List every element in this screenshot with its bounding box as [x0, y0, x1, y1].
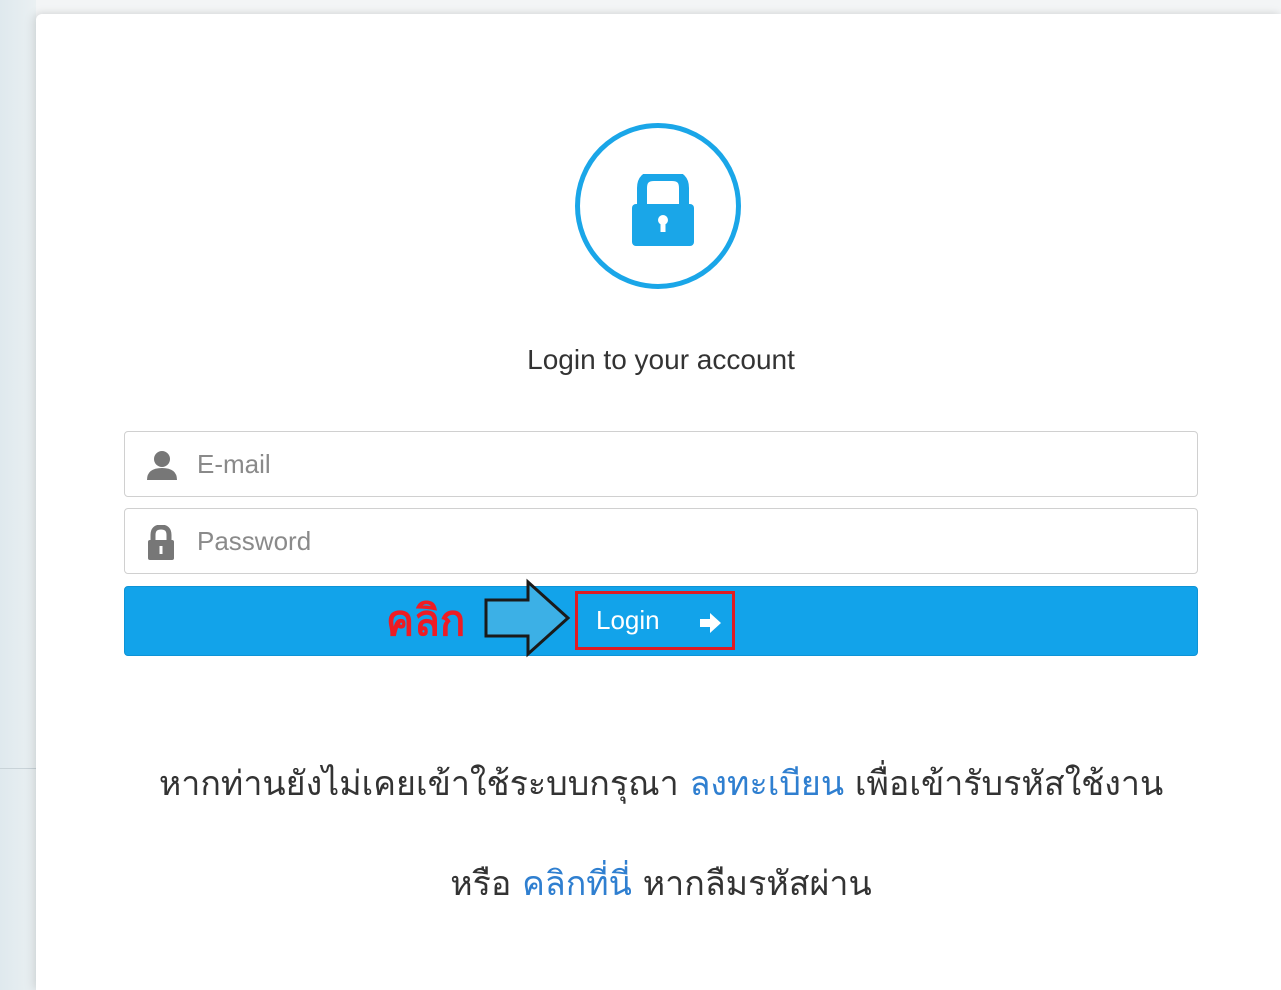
register-help-text: หากท่านยังไม่เคยเข้าใช้ระบบกรุณา ลงทะเบี…: [36, 756, 1281, 810]
email-field[interactable]: [124, 431, 1198, 497]
lock-icon: [632, 174, 694, 246]
forgot-password-help-text: หรือ คลิกที่นี่ หากลืมรหัสผ่าน: [36, 856, 1281, 910]
lock-icon: [145, 524, 177, 566]
register-help-suffix: เพื่อเข้ารับรหัสใช้งาน: [854, 764, 1164, 804]
header-lock-badge: [575, 123, 741, 289]
user-icon: [145, 448, 179, 487]
click-annotation-label: คลิก: [386, 596, 466, 645]
annotation-arrow-icon: [484, 578, 571, 658]
login-button-label: Login: [596, 605, 660, 635]
login-button[interactable]: Login: [575, 591, 735, 650]
register-link[interactable]: ลงทะเบียน: [690, 764, 844, 804]
background-divider: [0, 768, 36, 769]
page-title: Login to your account: [527, 344, 795, 375]
forgot-password-link[interactable]: คลิกที่นี่: [522, 864, 632, 904]
password-field[interactable]: [124, 508, 1198, 574]
forgot-help-suffix: หากลืมรหัสผ่าน: [642, 864, 872, 904]
arrow-right-icon: [700, 613, 721, 633]
forgot-help-prefix: หรือ: [450, 864, 512, 904]
password-input[interactable]: [197, 519, 1177, 563]
email-input[interactable]: [197, 442, 1177, 486]
register-help-prefix: หากท่านยังไม่เคยเข้าใช้ระบบกรุณา: [158, 764, 679, 804]
